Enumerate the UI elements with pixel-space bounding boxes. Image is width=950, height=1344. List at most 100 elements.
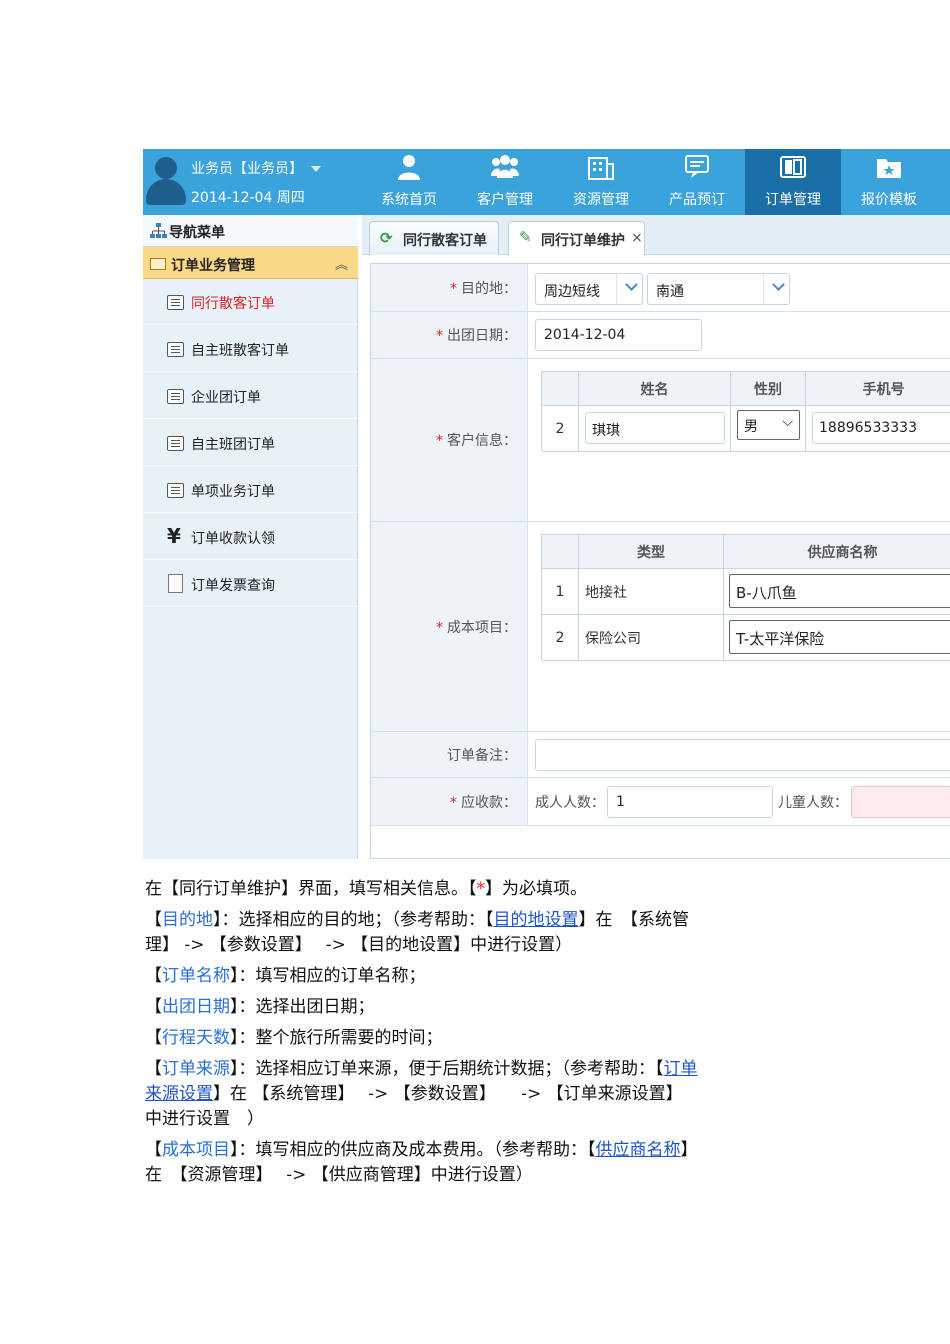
table-row-gender-cell: 男 ⌵ (731, 406, 806, 452)
sidebar: 导航菜单 订单业务管理 ︽ 同行散客订单 自主班散客订单 企业团订单 自主班团订… (143, 215, 358, 859)
sidebar-item-self-fit-orders[interactable]: 自主班散客订单 (143, 326, 358, 372)
row-customer-info: * 客户信息： 姓名 性别 手机号 2 琪琪 男 ⌵ 18896533333 (371, 359, 950, 522)
sidebar-item-single-service-orders[interactable]: 单项业务订单 (143, 467, 358, 513)
gender-select[interactable]: 男 ⌵ (737, 410, 800, 440)
caret-down-icon[interactable] (311, 166, 321, 172)
destination-region-select[interactable]: 周边短线 (535, 273, 643, 305)
tab-label: 同行散客订单 (403, 233, 487, 249)
table-row-supplier-cell: T-太平洋保险 (724, 615, 950, 661)
supplier-name-link[interactable]: 供应商名称 (596, 1140, 681, 1160)
table-row-type: 地接社 (579, 569, 724, 615)
phone-input[interactable]: 18896533333 (812, 412, 950, 444)
doc-paragraph-cost-items-cont: 在 【资源管理】 -> 【供应商管理】中进行设置） (145, 1165, 533, 1185)
nav-products-label: 产品预订 (669, 192, 725, 208)
sidebar-item-peer-fit-orders[interactable]: 同行散客订单 (143, 279, 358, 325)
table-row-name-cell: 琪琪 (579, 406, 731, 452)
table-header-gender: 性别 (731, 372, 806, 406)
nav-resources[interactable]: 资源管理 (553, 149, 649, 215)
row-destination: * 目的地： 周边短线 南通 (371, 264, 950, 312)
sidebar-item-enterprise-group-orders[interactable]: 企业团订单 (143, 373, 358, 419)
table-header-supplier: 供应商名称 (724, 535, 950, 569)
child-count-input[interactable] (851, 786, 950, 818)
table-header-no (542, 372, 579, 406)
book-icon (779, 154, 807, 180)
required-mark: * (450, 794, 457, 811)
sidebar-header: 导航菜单 (143, 215, 358, 247)
doc-paragraph-trip-days: 【行程天数】：整个旅行所需要的时间； (145, 1028, 443, 1048)
sidebar-item-payment-claim[interactable]: ¥ 订单收款认领 (143, 514, 358, 560)
news-icon (683, 154, 711, 180)
label-cell: * 应收款： (371, 778, 528, 825)
row-cost-items: * 成本项目： 类型 供应商名称 1 地接社 B-八爪鱼 2 保险公司 T-太平洋… (371, 522, 950, 732)
doc-paragraph-destination-cont: 理】 -> 【参数设置】 -> 【目的地设置】中进行设置） (145, 935, 573, 955)
sidebar-item-self-group-orders[interactable]: 自主班团订单 (143, 420, 358, 466)
user-name[interactable]: 业务员【业务员】 (191, 158, 321, 178)
sidebar-group-label: 订单业务管理 (171, 258, 255, 274)
select-value: 南通 (656, 284, 684, 300)
tab-peer-order-maintenance[interactable]: ✎ 同行订单维护 × (508, 221, 645, 256)
label-cell: 订单备注： (371, 732, 528, 777)
sidebar-item-label: 自主班散客订单 (191, 343, 289, 359)
sidebar-item-label: 同行散客订单 (191, 296, 275, 312)
label-cell: * 成本项目： (371, 522, 528, 731)
tab-label: 同行订单维护 (541, 233, 625, 249)
order-source-settings-link-cont[interactable]: 来源设置 (145, 1084, 213, 1104)
cost-table: 类型 供应商名称 1 地接社 B-八爪鱼 2 保险公司 T-太平洋保险 (541, 534, 950, 661)
dropdown-button[interactable] (616, 274, 642, 304)
supplier-input[interactable]: T-太平洋保险 (729, 620, 950, 654)
nav-orders[interactable]: 订单管理 (745, 149, 841, 215)
table-row-no: 2 (542, 406, 579, 452)
close-icon[interactable]: × (631, 230, 643, 246)
yen-icon: ¥ (167, 524, 181, 548)
doc-paragraph-order-source-end: 中进行设置 ） (145, 1109, 264, 1129)
customer-info-label: 客户信息： (447, 433, 517, 449)
nav-resources-label: 资源管理 (573, 192, 629, 208)
sidebar-group-order-business[interactable]: 订单业务管理 ︽ (143, 247, 358, 279)
required-mark: * (436, 433, 443, 449)
label-cell: * 出团日期： (371, 312, 528, 358)
table-row-no: 2 (542, 615, 579, 661)
adult-count-input[interactable]: 1 (607, 786, 773, 818)
nav-products[interactable]: 产品预订 (649, 149, 745, 215)
nav-home[interactable]: 系统首页 (361, 149, 457, 215)
sidebar-title: 导航菜单 (169, 225, 225, 241)
user-info[interactable]: 业务员【业务员】 2014-12-04 周四 (143, 149, 361, 215)
destination-city-select[interactable]: 南通 (647, 273, 790, 305)
refresh-icon: ⟳ (380, 229, 393, 247)
doc-paragraph-order-source: 【订单来源】：选择相应订单来源，便于后期统计数据；（参考帮助：【订单 (145, 1059, 698, 1079)
order-source-settings-link[interactable]: 订单 (664, 1059, 698, 1079)
doc-paragraph-intro: 在【同行订单维护】界面，填写相关信息。【*】为必填项。 (145, 879, 587, 899)
nav-customers[interactable]: 客户管理 (457, 149, 553, 215)
customer-name-input[interactable]: 琪琪 (585, 412, 725, 444)
tab-peer-fit-orders[interactable]: ⟳ 同行散客订单 (369, 221, 499, 255)
invoice-icon (168, 574, 183, 593)
folder-icon (150, 258, 166, 270)
user-icon (395, 154, 423, 180)
collapse-up-icon[interactable]: ︽ (335, 254, 348, 273)
select-value: 周边短线 (544, 284, 600, 300)
adult-count-value: 1 (616, 794, 625, 810)
sidebar-item-label: 订单发票查询 (191, 578, 275, 594)
nav-home-label: 系统首页 (381, 192, 437, 208)
nav-quote-templates[interactable]: 报价模板 (841, 149, 937, 215)
cost-items-label: 成本项目： (447, 619, 517, 636)
date-value: 2014-12-04 (544, 327, 626, 343)
row-departure-date: * 出团日期： 2014-12-04 (371, 312, 950, 359)
departure-date-label: 出团日期： (447, 328, 517, 344)
avatar-icon (145, 155, 187, 209)
doc-paragraph-order-name: 【订单名称】：填写相应的订单名称； (145, 966, 426, 986)
doc-paragraph-destination: 【目的地】：选择相应的目的地；（参考帮助：【目的地设置】在 【系统管 (145, 910, 689, 930)
pencil-icon: ✎ (519, 228, 532, 246)
row-receivable: * 应收款： 成人人数： 1 儿童人数： (371, 778, 950, 826)
order-remarks-input[interactable] (535, 739, 950, 771)
sidebar-item-invoice-query[interactable]: 订单发票查询 (143, 561, 358, 607)
required-mark: * (436, 619, 443, 636)
required-mark: * (436, 328, 443, 344)
dropdown-button[interactable] (763, 274, 789, 304)
sidebar-item-label: 自主班团订单 (191, 437, 275, 453)
table-row-no: 1 (542, 569, 579, 615)
destination-settings-link[interactable]: 目的地设置 (494, 910, 579, 930)
departure-date-input[interactable]: 2014-12-04 (535, 319, 702, 351)
tab-bar: ⟳ 同行散客订单 ✎ 同行订单维护 × (362, 215, 950, 256)
supplier-input[interactable]: B-八爪鱼 (729, 574, 950, 608)
